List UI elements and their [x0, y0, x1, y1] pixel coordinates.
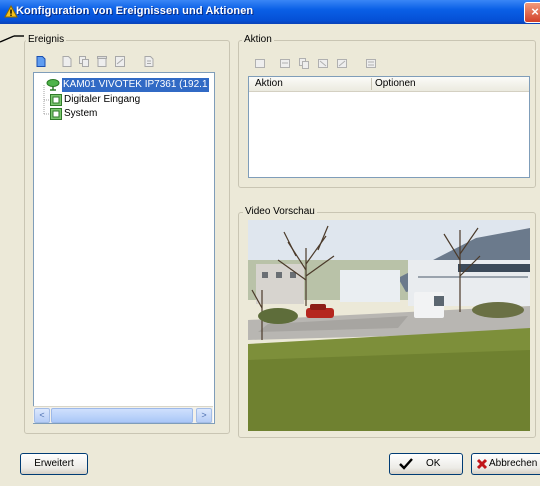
tree-horizontal-scrollbar[interactable]: < > — [33, 406, 213, 423]
paste-icon[interactable] — [79, 56, 89, 67]
window-title: Konfiguration von Ereignissen und Aktion… — [16, 5, 254, 17]
edit-icon[interactable] — [115, 56, 125, 67]
ok-button-label: OK — [426, 458, 441, 469]
properties-icon[interactable] — [144, 56, 154, 67]
column-header-aktion[interactable]: Aktion — [255, 78, 283, 89]
title-bar[interactable]: Konfiguration von Ereignissen und Aktion… — [0, 0, 540, 24]
action-copy-icon[interactable] — [280, 58, 290, 69]
cancel-button[interactable]: Abbrechen — [471, 453, 540, 475]
copy-icon[interactable] — [62, 56, 72, 67]
column-divider[interactable] — [371, 78, 372, 90]
video-group-label: Video Vorschau — [243, 206, 317, 217]
ereignis-group-label: Ereignis — [26, 34, 67, 45]
input-node-icon — [50, 94, 62, 106]
tree-item-camera-label: KAM01 VIVOTEK IP7361 (192.1 — [62, 78, 209, 92]
action-paste-icon[interactable] — [299, 58, 309, 69]
action-list-header: Aktion Optionen — [249, 77, 529, 92]
config-dialog: Konfiguration von Ereignissen und Aktion… — [0, 0, 540, 486]
action-delete-icon[interactable] — [318, 58, 328, 69]
advanced-button[interactable]: Erweitert — [20, 453, 88, 475]
column-header-optionen[interactable]: Optionen — [375, 78, 416, 89]
delete-icon[interactable] — [97, 56, 107, 67]
ok-button[interactable]: OK — [389, 453, 463, 475]
aktion-group-label: Aktion — [242, 34, 274, 45]
scroll-right-button[interactable]: > — [196, 408, 212, 423]
close-button[interactable]: × — [524, 2, 540, 23]
cancel-x-icon — [476, 458, 488, 470]
callout-line — [0, 35, 24, 43]
checkmark-icon — [399, 458, 413, 470]
video-preview-scene — [248, 220, 530, 431]
tree-item-system-label: System — [64, 108, 98, 119]
system-node-icon — [50, 108, 62, 120]
video-preview — [248, 220, 530, 431]
action-edit-icon[interactable] — [337, 58, 347, 69]
scroll-left-button[interactable]: < — [34, 408, 50, 423]
new-icon[interactable] — [36, 56, 46, 67]
scroll-thumb[interactable] — [51, 408, 193, 423]
camera-node-icon — [46, 79, 60, 91]
cancel-button-label: Abbrechen — [489, 458, 538, 469]
action-new-icon[interactable] — [255, 58, 265, 69]
tree-item-digital-input-label: Digitaler Eingang — [64, 94, 141, 105]
action-properties-icon[interactable] — [366, 58, 376, 69]
action-list[interactable]: Aktion Optionen — [248, 76, 530, 178]
event-tree[interactable]: KAM01 VIVOTEK IP7361 (192.1 Digitaler Ei… — [33, 72, 215, 424]
